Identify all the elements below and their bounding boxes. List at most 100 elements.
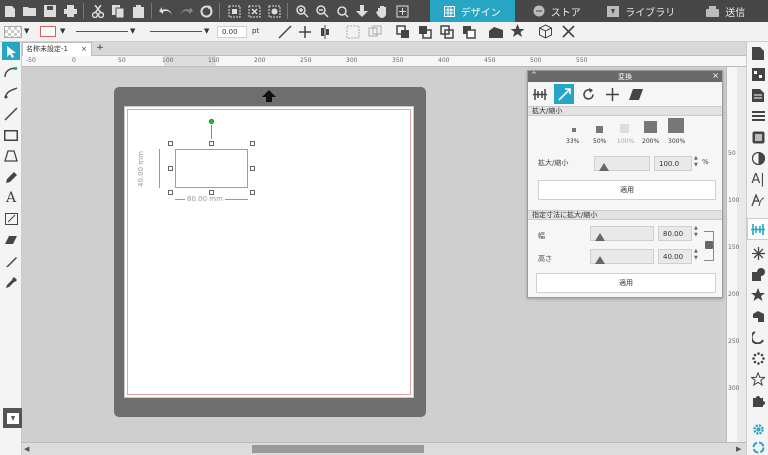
resize-handle[interactable] [168, 141, 173, 146]
resize-handle[interactable] [168, 166, 173, 171]
3d-box-icon[interactable] [538, 24, 553, 42]
preset-50-icon[interactable] [596, 126, 603, 133]
height-input[interactable]: 40.00 [658, 249, 692, 264]
scale-input[interactable]: 100.0 [654, 156, 692, 171]
send-backward-icon[interactable] [440, 25, 454, 42]
preset-50-label[interactable]: 50% [593, 138, 606, 145]
refresh-icon[interactable] [196, 0, 216, 22]
scale-spinner[interactable]: ▲ ▼ [694, 155, 698, 169]
tab-design[interactable]: デザイン [430, 0, 515, 22]
shear-tab-icon[interactable] [626, 84, 646, 104]
zoom-in-icon[interactable] [292, 0, 312, 22]
height-spinner[interactable]: ▲ ▼ [694, 248, 698, 262]
chevron-down-icon[interactable]: ▼ [130, 27, 135, 35]
horizontal-scrollbar[interactable]: ◀ ▶ [22, 442, 746, 455]
star-outline-icon[interactable] [749, 370, 767, 388]
height-slider[interactable] [590, 249, 654, 264]
fill-panel-icon[interactable] [749, 128, 767, 146]
line-icon[interactable] [2, 105, 20, 123]
preset-100-icon[interactable] [620, 124, 629, 133]
hand-icon[interactable] [372, 0, 392, 22]
eraser-icon[interactable] [2, 231, 20, 249]
scale-slider[interactable] [594, 156, 650, 171]
replicate-icon[interactable] [749, 244, 767, 262]
text-tool-icon[interactable]: A [2, 189, 20, 207]
fit-page-icon[interactable] [392, 0, 412, 22]
eyedropper-icon[interactable] [2, 273, 20, 291]
apply-scale-button[interactable]: 適用 [538, 180, 716, 200]
collapse-icon[interactable]: ^ [531, 71, 537, 79]
line-style-icon[interactable] [749, 107, 767, 125]
line-color-swatch[interactable] [40, 26, 56, 37]
dots-pattern-icon[interactable] [749, 349, 767, 367]
tab-store[interactable]: ストア [514, 0, 599, 22]
line-width-preview[interactable] [150, 31, 202, 32]
preset-300-icon[interactable] [668, 118, 684, 133]
library-panel-icon[interactable] [3, 408, 23, 428]
tab-send[interactable]: 送信 [683, 0, 768, 22]
transform-panel-icon[interactable] [747, 218, 768, 240]
line-style-preview[interactable] [76, 31, 128, 32]
star-shape-icon[interactable] [510, 24, 525, 42]
width-spinner[interactable]: ▲ ▼ [694, 225, 698, 239]
width-slider[interactable] [590, 226, 654, 241]
preset-100-label[interactable]: 100% [617, 138, 634, 145]
rectangle-icon[interactable] [2, 126, 20, 144]
close-x-icon[interactable] [562, 25, 575, 41]
knife-icon[interactable] [2, 252, 20, 270]
image-pixel-icon[interactable] [749, 65, 767, 83]
cut-icon[interactable] [88, 0, 108, 22]
curve-tool-icon[interactable] [2, 84, 20, 102]
print-icon[interactable] [60, 0, 80, 22]
new-icon[interactable] [0, 0, 20, 22]
scroll-right-icon[interactable]: ▶ [736, 445, 741, 453]
scale-tab-icon[interactable] [554, 84, 574, 104]
preset-33-icon[interactable] [572, 128, 576, 132]
width-input[interactable]: 80.00 [658, 226, 692, 241]
chevron-down-icon[interactable]: ▼ [204, 27, 209, 35]
scroll-left-icon[interactable]: ◀ [24, 445, 29, 453]
close-tab-icon[interactable]: × [81, 43, 87, 56]
move-tab-icon[interactable] [602, 84, 622, 104]
redo-icon[interactable] [176, 0, 196, 22]
gradient-icon[interactable] [749, 149, 767, 167]
deselect-icon[interactable] [244, 0, 264, 22]
ungroup-icon[interactable] [368, 25, 382, 42]
paste-icon[interactable] [128, 0, 148, 22]
rotate-tab-icon[interactable] [578, 84, 598, 104]
bring-front-icon[interactable] [396, 25, 410, 42]
trace-icon[interactable] [749, 307, 767, 325]
chevron-down-icon[interactable]: ▼ [60, 27, 65, 35]
select-all-icon[interactable] [224, 0, 244, 22]
crosshair-icon[interactable] [298, 25, 312, 42]
preset-300-label[interactable]: 300% [668, 138, 685, 145]
send-back-icon[interactable] [462, 25, 476, 42]
text-path-icon[interactable] [749, 191, 767, 209]
select-by-color-icon[interactable] [264, 0, 284, 22]
page-icon[interactable] [749, 86, 767, 104]
select-tool-icon[interactable] [2, 42, 20, 60]
modify-icon[interactable] [749, 265, 767, 283]
line-width-input[interactable]: 0.00 [217, 26, 247, 38]
document-tab[interactable]: 名称未設定-1 × [22, 42, 92, 56]
page-settings-icon[interactable] [749, 44, 767, 62]
sync-icon[interactable] [749, 438, 767, 455]
text-box-icon[interactable] [2, 210, 20, 228]
resize-handle[interactable] [250, 141, 255, 146]
group-icon[interactable] [346, 25, 360, 42]
scroll-thumb[interactable] [252, 445, 424, 453]
resize-handle[interactable] [168, 190, 173, 195]
rotate-handle[interactable] [209, 119, 214, 124]
selected-rectangle[interactable] [175, 149, 248, 188]
move-down-icon[interactable] [352, 0, 372, 22]
puzzle-icon[interactable] [749, 391, 767, 409]
resize-handle[interactable] [250, 166, 255, 171]
open-folder-icon[interactable] [20, 0, 40, 22]
copy-icon[interactable] [108, 0, 128, 22]
bring-forward-icon[interactable] [418, 25, 432, 42]
apply-size-button[interactable]: 適用 [536, 273, 716, 293]
pencil-icon[interactable] [2, 168, 20, 186]
panel-close-icon[interactable]: × [712, 71, 719, 80]
chevron-down-icon[interactable]: ▼ [24, 27, 29, 35]
undo-icon[interactable] [156, 0, 176, 22]
